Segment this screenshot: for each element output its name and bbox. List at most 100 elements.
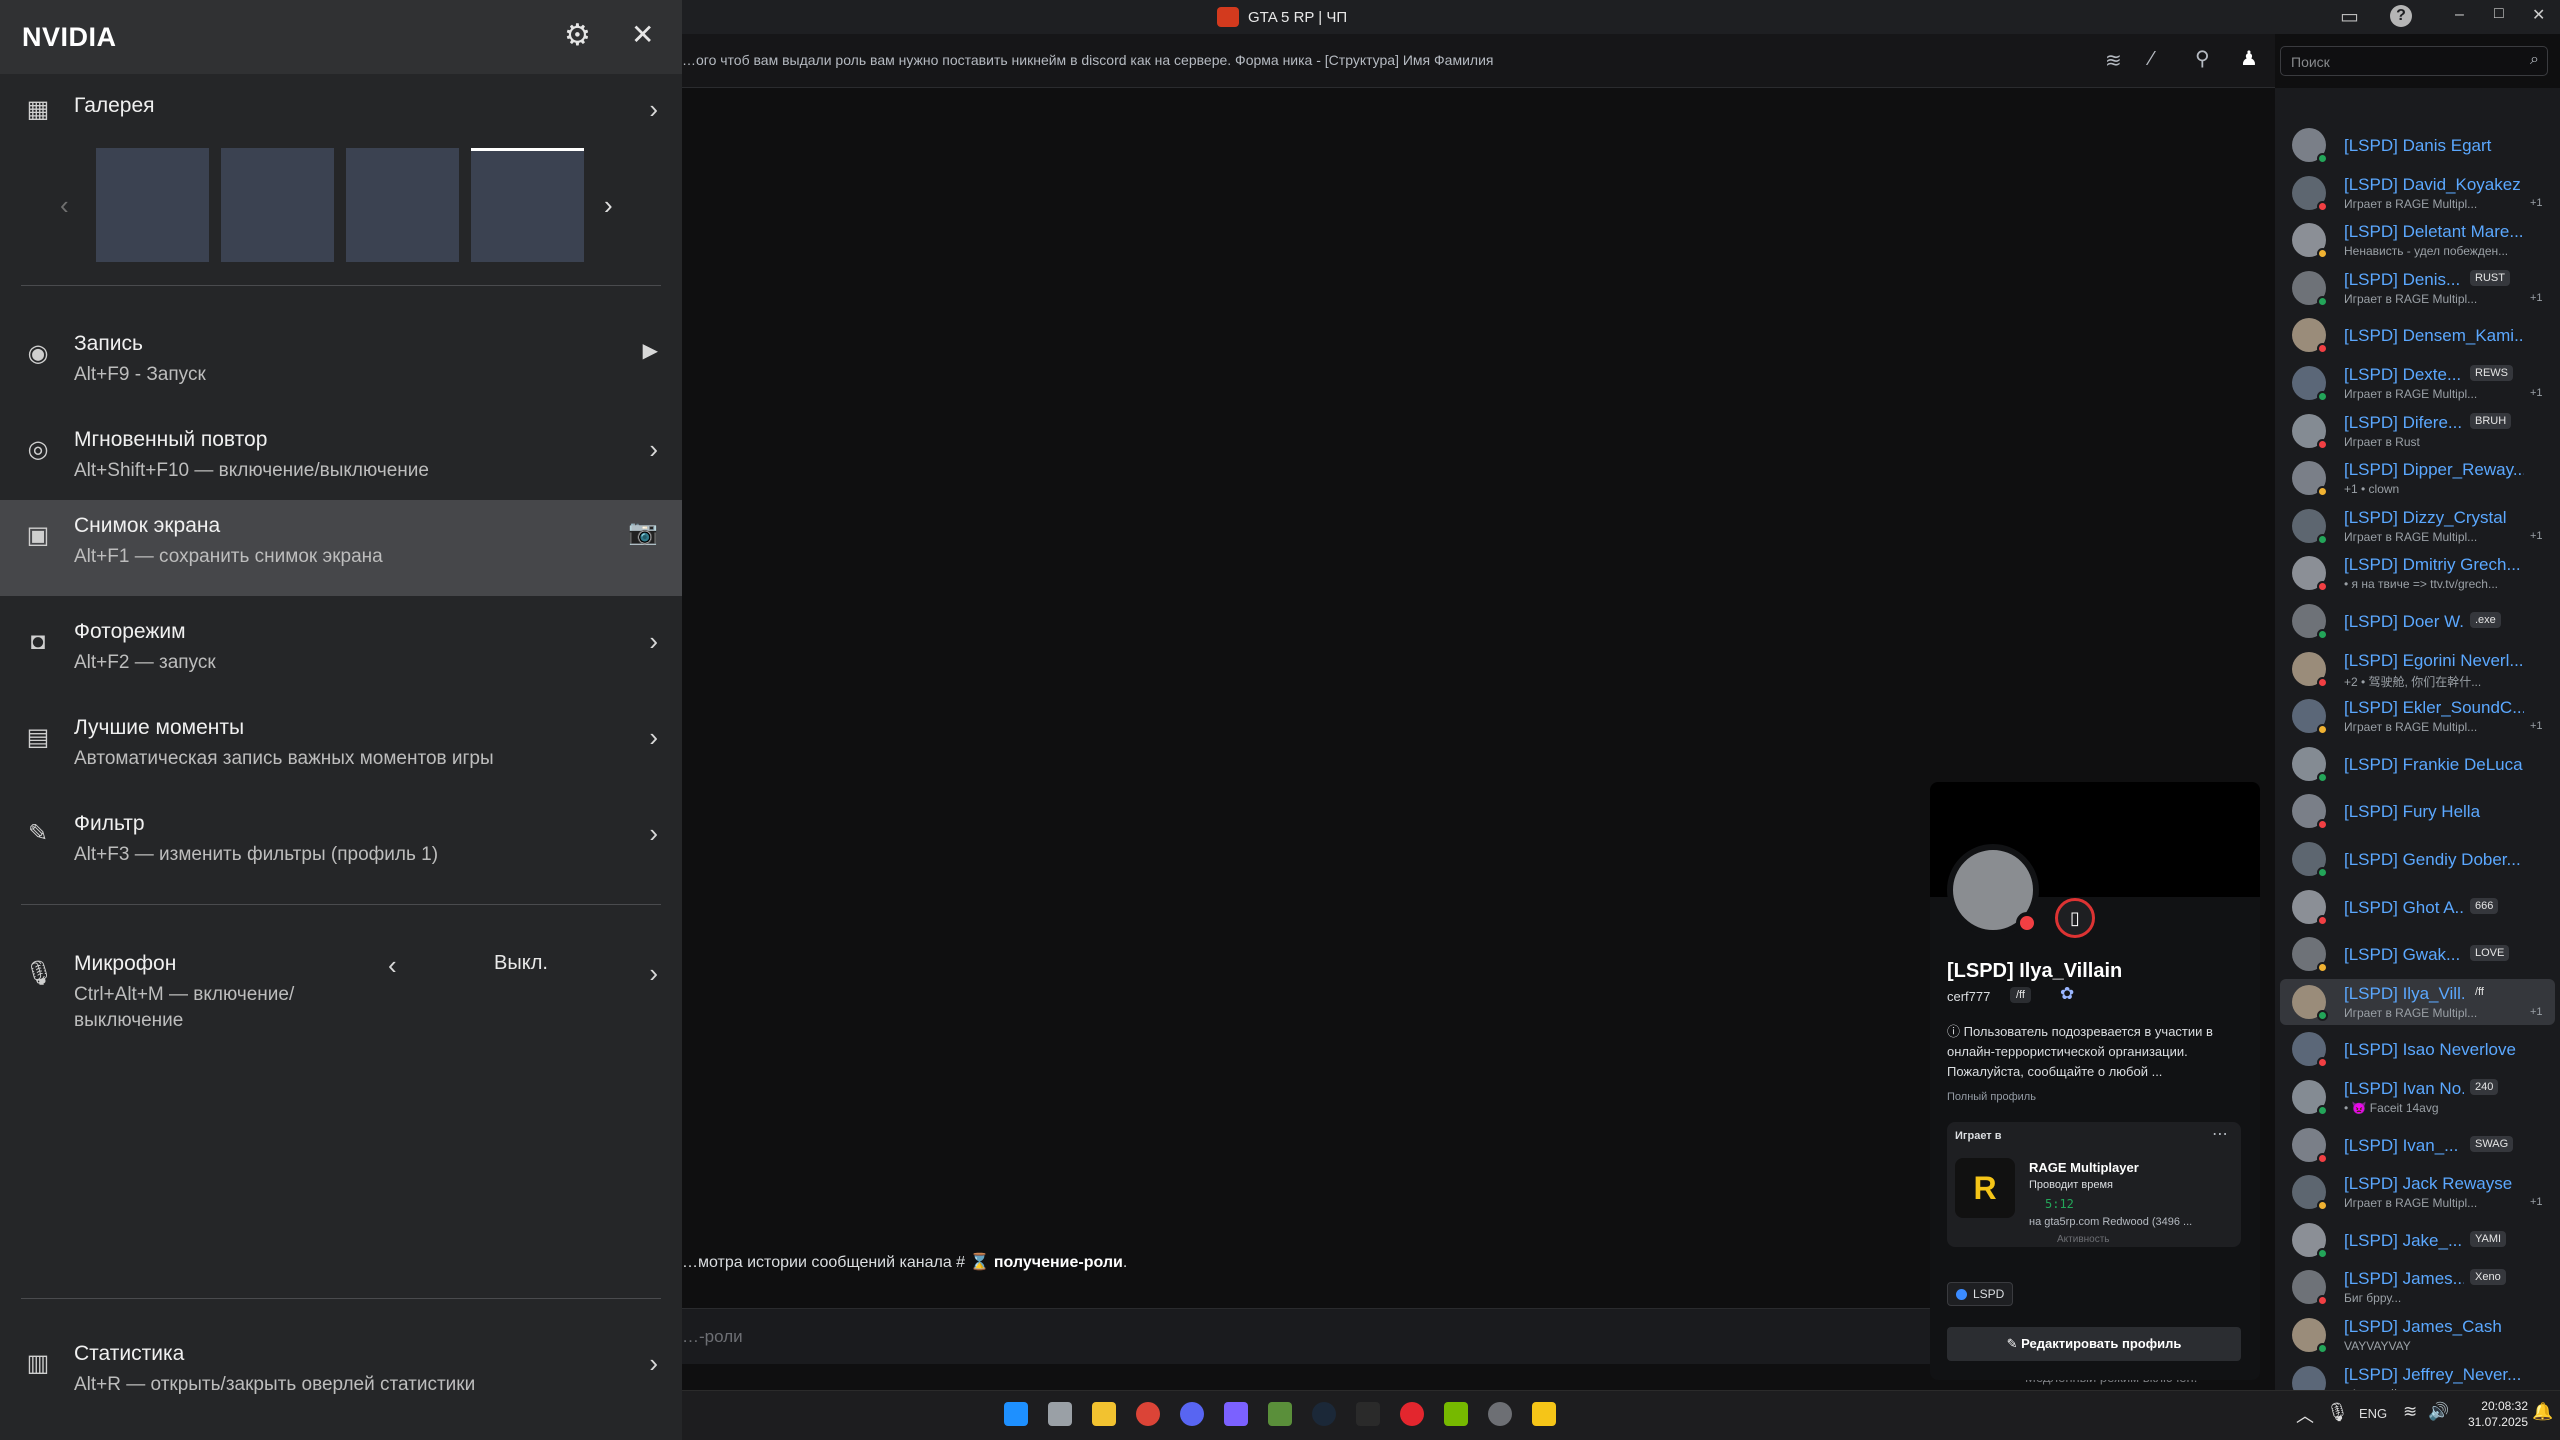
chevron-right-icon[interactable]: › (649, 818, 658, 849)
stats-row[interactable]: ▥ Статистика Alt+R — открыть/закрыть ове… (0, 1328, 682, 1424)
member-row[interactable]: [LSPD] Ivan_... SWAG (2280, 1122, 2555, 1168)
member-row[interactable]: [LSPD] Dipper_Reway... +1 • clown (2280, 455, 2555, 501)
minecraft-icon[interactable] (1268, 1402, 1292, 1426)
record-row[interactable]: ◉ Запись Alt+F9 - Запуск ▶ (0, 318, 682, 414)
wifi-icon[interactable]: ≋ (2403, 1402, 2417, 1422)
channel-link[interactable]: получение-роли (994, 1254, 1123, 1271)
epic-icon[interactable] (1356, 1402, 1380, 1426)
member-row[interactable]: [LSPD] Deletant Mare... Ненависть - удел … (2280, 217, 2555, 263)
gallery-thumb[interactable] (471, 148, 584, 262)
mic-tray-icon[interactable]: 🎙 (2326, 1402, 2349, 1423)
photomode-row[interactable]: ◘ Фоторежим Alt+F2 — запуск › (0, 606, 682, 702)
member-row[interactable]: [LSPD] Difere... Играет в Rust BRUH (2280, 408, 2555, 454)
play-icon[interactable]: ▶ (643, 338, 658, 363)
discord-icon[interactable] (1180, 1402, 1204, 1426)
camera-icon[interactable]: 📷 (628, 518, 658, 547)
member-row[interactable]: [LSPD] Danis Egart (2280, 122, 2555, 168)
edit-profile-button[interactable]: ✎ Редактировать профиль (1947, 1327, 2241, 1361)
member-row[interactable]: [LSPD] Ilya_Vill... Играет в RAGE Multipl… (2280, 978, 2555, 1025)
screenshot-row[interactable]: ▣ Снимок экрана Alt+F1 — сохранить снимо… (0, 500, 682, 596)
start-icon[interactable] (1004, 1402, 1028, 1426)
nvidia-icon[interactable] (1444, 1402, 1468, 1426)
steam-icon[interactable] (1312, 1402, 1336, 1426)
mic-prev-icon[interactable]: ‹ (388, 950, 397, 981)
threads-icon[interactable]: ≋ (2105, 48, 2122, 73)
member-avatar (2292, 413, 2328, 450)
member-row[interactable]: [LSPD] Dmitriy Grech... • я на твиче => t… (2280, 550, 2555, 596)
member-row[interactable]: [LSPD] Gendiy Dober... (2280, 836, 2555, 882)
member-row[interactable]: [LSPD] James_Cash VAYVAYVAY (2280, 1312, 2555, 1358)
chevron-right-icon[interactable]: › (649, 626, 658, 657)
settings-icon[interactable]: ⚙ (564, 18, 591, 53)
member-row[interactable]: [LSPD] Ekler_SoundC... Играет в RAGE Mult… (2280, 693, 2555, 739)
member-extra: +1 (2530, 291, 2543, 304)
member-row[interactable]: [LSPD] Doer W... .exe (2280, 598, 2555, 644)
chevron-right-icon[interactable]: › (649, 1348, 658, 1379)
pin-icon[interactable]: ⚲ (2195, 46, 2210, 71)
member-name: [LSPD] Dexte... (2344, 365, 2462, 384)
member-avatar (2292, 1032, 2328, 1069)
member-row[interactable]: [LSPD] Densem_Kami... (2280, 312, 2555, 358)
microphone-row[interactable]: 🎙 Микрофон Ctrl+Alt+M — включение/ выклю… (0, 938, 682, 1048)
gallery-thumb[interactable] (346, 148, 459, 262)
chevron-right-icon[interactable]: › (649, 94, 658, 125)
maximize-button[interactable]: □ (2494, 5, 2504, 23)
member-name: [LSPD] Doer W... (2344, 612, 2464, 631)
pencil-icon: ✎ (2006, 1336, 2022, 1351)
member-row[interactable]: [LSPD] David_Koyakez Играет в RAGE Multip… (2280, 170, 2555, 216)
volume-icon[interactable]: 🔊 (2428, 1402, 2449, 1422)
profile-tag: cerf777 (1947, 989, 1991, 1004)
mic-next-icon[interactable]: › (649, 958, 658, 989)
instant-replay-row[interactable]: ◎ Мгновенный повтор Alt+Shift+F10 — вклю… (0, 414, 682, 510)
profile-name: [LSPD] Ilya_Villain (1947, 960, 2123, 982)
gallery-thumb[interactable] (221, 148, 334, 262)
inbox-icon[interactable]: ▭ (2340, 4, 2359, 29)
filter-row[interactable]: ✎ Фильтр Alt+F3 — изменить фильтры (проф… (0, 798, 682, 894)
search-box[interactable]: Поиск ⌕ (2280, 46, 2548, 76)
member-row[interactable]: [LSPD] Gwak... LOVE (2280, 931, 2555, 977)
full-profile-link[interactable]: Полный профиль (1947, 1091, 2036, 1103)
chevron-right-icon[interactable]: › (649, 722, 658, 753)
mute-icon[interactable]: ⁄ (2150, 48, 2153, 71)
highlights-row[interactable]: ▤ Лучшие моменты Автоматическая запись в… (0, 702, 682, 798)
members-icon[interactable]: ♟ (2240, 46, 2258, 71)
member-row[interactable]: [LSPD] Jack Rewayse Играет в RAGE Multipl… (2280, 1169, 2555, 1215)
more-icon[interactable]: ⋯ (2212, 1124, 2228, 1144)
member-row[interactable]: [LSPD] Isao Neverlove (2280, 1026, 2555, 1072)
minimize-button[interactable]: – (2455, 6, 2464, 24)
member-row[interactable]: [LSPD] Frankie DeLuca (2280, 741, 2555, 787)
member-avatar (2292, 461, 2328, 498)
taskview-icon[interactable] (1048, 1402, 1072, 1426)
chevron-right-icon[interactable]: › (649, 434, 658, 465)
gallery-thumb[interactable] (96, 148, 209, 262)
member-row[interactable]: [LSPD] Dizzy_Crystal Играет в RAGE Multip… (2280, 503, 2555, 549)
chrome-icon[interactable] (1136, 1402, 1160, 1426)
member-row[interactable]: [LSPD] Dexte... Играет в RAGE Multipl... R… (2280, 360, 2555, 406)
help-icon[interactable]: ? (2390, 5, 2412, 27)
message-input[interactable]: …-роли (682, 1308, 1942, 1364)
member-name: [LSPD] Jeffrey_Never... (2344, 1364, 2522, 1384)
explorer-icon[interactable] (1092, 1402, 1116, 1426)
notifications-icon[interactable]: 🔔 (2532, 1402, 2553, 1422)
member-row[interactable]: [LSPD] Denis... Играет в RAGE Multipl... R… (2280, 265, 2555, 311)
close-icon[interactable]: ✕ (631, 18, 654, 51)
member-name: [LSPD] Deletant Mare... (2344, 222, 2524, 242)
member-row[interactable]: [LSPD] James... Биг брру... Xeno (2280, 1264, 2555, 1310)
rage-icon[interactable] (1532, 1402, 1556, 1426)
close-button[interactable]: ✕ (2532, 5, 2545, 25)
member-tag: 240 (2470, 1079, 2499, 1095)
language-indicator[interactable]: ENG (2359, 1406, 2387, 1421)
gallery-next-icon[interactable]: › (604, 190, 613, 221)
member-row[interactable]: [LSPD] Ivan No... • 👿 Faceit 14avg 240 (2280, 1074, 2555, 1120)
member-row[interactable]: [LSPD] Egorini Neverl... +2 • 驾驶舱, 你们在幹什.… (2280, 646, 2555, 692)
rockstar-icon[interactable] (1400, 1402, 1424, 1426)
member-row[interactable]: [LSPD] Ghot A... 666 (2280, 884, 2555, 930)
app-icon[interactable] (1224, 1402, 1248, 1426)
tray-clock[interactable]: 20:08:32 31.07.2025 (2456, 1398, 2528, 1430)
gallery-prev-icon[interactable]: ‹ (60, 190, 69, 221)
member-row[interactable]: [LSPD] Fury Hella (2280, 788, 2555, 834)
member-row[interactable]: [LSPD] Jake_... YAMI (2280, 1217, 2555, 1263)
nvidia-header: NVIDIA ⚙ ✕ (0, 0, 682, 74)
tray-chevron-icon[interactable]: ︿ (2296, 1402, 2314, 1428)
app2-icon[interactable] (1488, 1402, 1512, 1426)
